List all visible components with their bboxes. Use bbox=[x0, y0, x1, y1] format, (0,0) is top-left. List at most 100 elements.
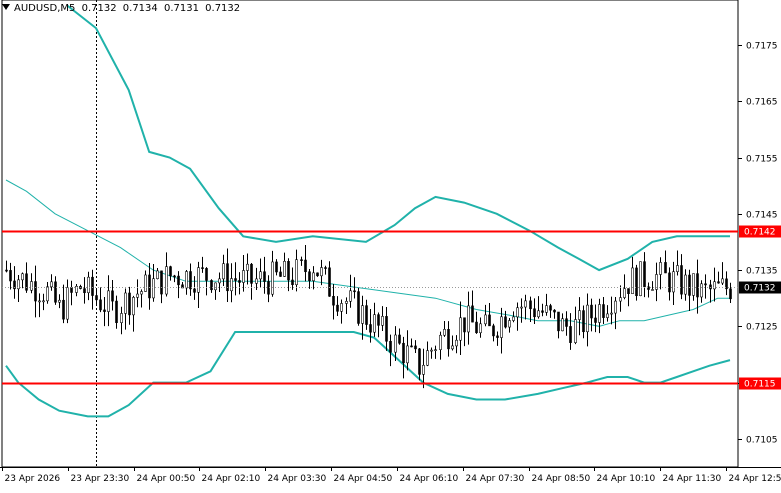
candle-body bbox=[554, 310, 556, 312]
candle-body bbox=[468, 306, 470, 332]
candle-body bbox=[705, 284, 707, 285]
candle-body bbox=[665, 262, 667, 273]
candle-body bbox=[284, 261, 286, 276]
candle-body bbox=[440, 335, 442, 349]
candle-body bbox=[505, 317, 507, 327]
x-tick-label: 24 Apr 03:30 bbox=[268, 474, 327, 484]
candle-body bbox=[444, 329, 446, 335]
candle-body bbox=[190, 272, 192, 289]
low-value: 0.7131 bbox=[164, 3, 199, 14]
candle-body bbox=[161, 271, 163, 294]
candle-body bbox=[296, 260, 298, 285]
candle-body bbox=[153, 279, 155, 298]
candle-body bbox=[390, 341, 392, 352]
candle-body bbox=[202, 268, 204, 269]
candle-body bbox=[88, 277, 90, 293]
candle-body bbox=[59, 300, 61, 302]
candle-body bbox=[403, 343, 405, 363]
candle-body bbox=[370, 325, 372, 333]
candle-body bbox=[509, 321, 511, 328]
current-price-label: 0.7132 bbox=[744, 284, 776, 294]
candle-body bbox=[525, 301, 527, 307]
candle-body bbox=[133, 297, 135, 314]
candle-body bbox=[108, 291, 110, 312]
x-tick-label: 24 Apr 07:30 bbox=[466, 474, 525, 484]
x-tick-label: 24 Apr 06:10 bbox=[400, 474, 459, 484]
candle-body bbox=[599, 305, 601, 323]
candle-body bbox=[121, 313, 123, 322]
y-tick-label: 0.7155 bbox=[746, 155, 778, 165]
candle-body bbox=[309, 272, 311, 281]
candle-body bbox=[583, 311, 585, 332]
candle-body bbox=[104, 310, 106, 312]
candle-body bbox=[264, 272, 266, 282]
candle-body bbox=[239, 280, 241, 282]
candle-body bbox=[170, 267, 172, 276]
candle-body bbox=[464, 318, 466, 332]
candle-body bbox=[693, 274, 695, 296]
candle-body bbox=[10, 270, 12, 281]
x-tick-label: 24 Apr 02:10 bbox=[202, 474, 261, 484]
candle-body bbox=[112, 291, 114, 301]
candle-body bbox=[395, 335, 397, 352]
candle-body bbox=[149, 275, 151, 298]
candle-body bbox=[636, 268, 638, 296]
candle-body bbox=[231, 279, 233, 291]
candle-body bbox=[501, 317, 503, 338]
candle-body bbox=[566, 319, 568, 327]
candle-body bbox=[689, 275, 691, 295]
candle-body bbox=[272, 262, 274, 294]
candle-body bbox=[341, 303, 343, 311]
candle-body bbox=[435, 350, 437, 351]
candle-body bbox=[718, 282, 720, 283]
candle-body bbox=[366, 306, 368, 325]
candle-body bbox=[47, 287, 49, 301]
candle-body bbox=[521, 307, 523, 308]
candle-body bbox=[493, 326, 495, 336]
candle-body bbox=[63, 300, 65, 319]
candle-body bbox=[350, 291, 352, 302]
candle-body bbox=[194, 289, 196, 292]
y-tick-label: 0.7165 bbox=[746, 98, 778, 108]
candle-body bbox=[321, 268, 323, 276]
candle-body bbox=[423, 365, 425, 374]
candle-body bbox=[35, 282, 37, 301]
chart-canvas[interactable]: 0.71750.71650.71550.71450.71350.71250.71… bbox=[0, 0, 781, 489]
candle-body bbox=[313, 273, 315, 281]
candle-body bbox=[546, 306, 548, 313]
dropdown-triangle-icon[interactable] bbox=[2, 4, 10, 10]
candle-body bbox=[517, 308, 519, 317]
candle-body bbox=[317, 273, 319, 276]
price-chart[interactable]: AUDUSD,M5 0.7132 0.7134 0.7131 0.7132 0.… bbox=[0, 0, 781, 489]
candle-body bbox=[256, 279, 258, 283]
candle-body bbox=[235, 279, 237, 281]
candle-body bbox=[116, 301, 118, 323]
candle-body bbox=[407, 346, 409, 363]
candle-body bbox=[145, 275, 147, 292]
candle-body bbox=[452, 346, 454, 349]
candle-body bbox=[480, 324, 482, 333]
candle-body bbox=[677, 266, 679, 272]
candle-body bbox=[333, 296, 335, 305]
candle-body bbox=[247, 264, 249, 270]
open-value: 0.7132 bbox=[82, 3, 117, 14]
candle-body bbox=[497, 336, 499, 338]
candle-body bbox=[31, 282, 33, 291]
candle-body bbox=[628, 289, 630, 294]
candle-body bbox=[55, 282, 57, 302]
candle-body bbox=[587, 305, 589, 332]
candle-body bbox=[215, 283, 217, 290]
candle-body bbox=[472, 306, 474, 322]
candle-body bbox=[186, 272, 188, 288]
candle-body bbox=[603, 305, 605, 318]
candle-body bbox=[386, 316, 388, 341]
candle-body bbox=[489, 315, 491, 326]
candle-body bbox=[301, 260, 303, 261]
candle-body bbox=[411, 346, 413, 347]
y-tick-label: 0.7175 bbox=[746, 42, 778, 52]
candle-body bbox=[607, 314, 609, 318]
candle-body bbox=[260, 272, 262, 279]
candle-body bbox=[431, 350, 433, 351]
close-value: 0.7132 bbox=[205, 3, 240, 14]
candle-body bbox=[456, 340, 458, 346]
